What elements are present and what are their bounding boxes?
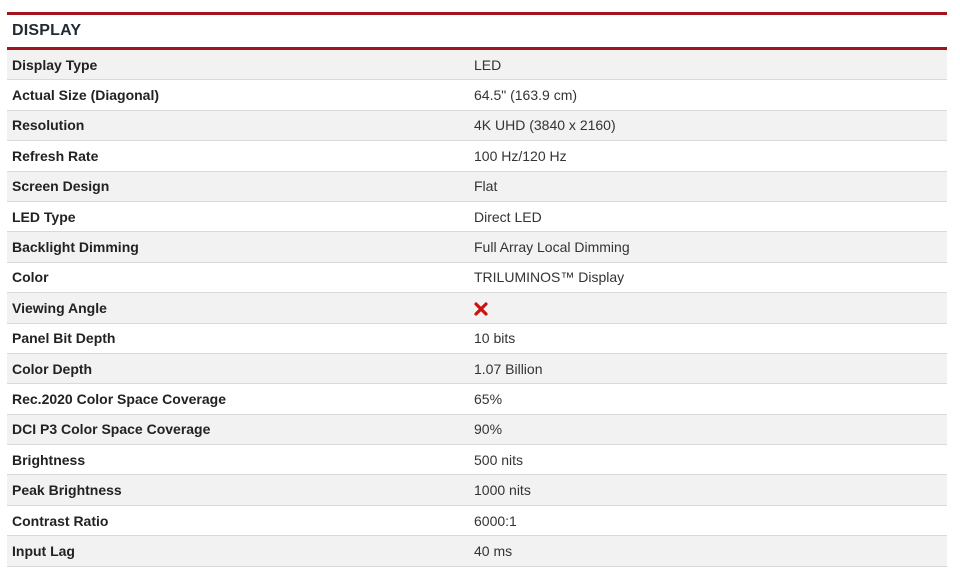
spec-value: Full Array Local Dimming — [474, 239, 630, 256]
spec-value: Flat — [474, 178, 498, 195]
spec-row-refresh-rate: Refresh Rate 100 Hz/120 Hz — [7, 141, 947, 172]
spec-row-peak-brightness: Peak Brightness 1000 nits — [7, 475, 947, 506]
spec-value: 64.5" (163.9 cm) — [474, 87, 578, 104]
spec-row-led-type: LED Type Direct LED — [7, 201, 947, 233]
spec-value: LED — [474, 56, 502, 73]
spec-value: 4K UHD (3840 x 2160) — [474, 117, 616, 134]
spec-value: 6000:1 — [474, 512, 517, 529]
cross-icon — [474, 302, 488, 316]
spec-value: 100 Hz/120 Hz — [474, 147, 567, 164]
spec-label: Actual Size (Diagonal) — [12, 87, 160, 104]
spec-label: Rec.2020 Color Space Coverage — [12, 390, 226, 407]
spec-label: Color Depth — [12, 360, 93, 377]
spec-value: 65% — [474, 390, 503, 407]
spec-value: 10 bits — [474, 330, 516, 347]
spec-row-viewing-angle: Viewing Angle — [7, 293, 947, 324]
spec-value: TRILUMINOS™ Display — [474, 269, 625, 286]
spec-value: 500 nits — [474, 451, 524, 468]
spec-row-backlight-dimming: Backlight Dimming Full Array Local Dimmi… — [7, 232, 947, 263]
spec-label: Color — [12, 269, 49, 286]
spec-label: Input Lag — [12, 542, 75, 559]
spec-row-color-depth: Color Depth 1.07 Billion — [7, 353, 947, 385]
spec-row-rec2020-coverage: Rec.2020 Color Space Coverage 65% — [7, 384, 947, 415]
spec-row-panel-bit-depth: Panel Bit Depth 10 bits — [7, 323, 947, 354]
spec-row-input-lag: Input Lag 40 ms — [7, 536, 947, 567]
spec-label: Display Type — [12, 56, 98, 73]
spec-value: 1.07 Billion — [474, 360, 543, 377]
spec-row-screen-design: Screen Design Flat — [7, 171, 947, 202]
spec-label: Viewing Angle — [12, 299, 107, 316]
spec-label: Resolution — [12, 117, 85, 134]
display-spec-section: DISPLAY Display Type LED Actual Size (Di… — [7, 12, 947, 567]
spec-value: 1000 nits — [474, 482, 531, 499]
spec-row-color: Color TRILUMINOS™ Display — [7, 262, 947, 294]
spec-table: Display Type LED Actual Size (Diagonal) … — [7, 50, 947, 567]
spec-label: Contrast Ratio — [12, 512, 109, 529]
spec-row-actual-size: Actual Size (Diagonal) 64.5" (163.9 cm) — [7, 80, 947, 111]
spec-value: 90% — [474, 421, 503, 438]
spec-label: Backlight Dimming — [12, 239, 139, 256]
spec-row-dci-p3-coverage: DCI P3 Color Space Coverage 90% — [7, 414, 947, 446]
spec-row-brightness: Brightness 500 nits — [7, 445, 947, 476]
spec-label: Peak Brightness — [12, 482, 122, 499]
spec-value: 40 ms — [474, 542, 513, 559]
spec-value — [474, 300, 947, 316]
spec-label: LED Type — [12, 208, 76, 225]
spec-row-contrast-ratio: Contrast Ratio 6000:1 — [7, 505, 947, 537]
section-title: DISPLAY — [12, 22, 82, 39]
spec-row-display-type: Display Type LED — [7, 50, 947, 81]
spec-label: Panel Bit Depth — [12, 330, 116, 347]
spec-value: Direct LED — [474, 208, 542, 225]
spec-label: Refresh Rate — [12, 147, 99, 164]
spec-label: DCI P3 Color Space Coverage — [12, 421, 211, 438]
spec-label: Brightness — [12, 451, 86, 468]
spec-label: Screen Design — [12, 178, 110, 195]
spec-row-resolution: Resolution 4K UHD (3840 x 2160) — [7, 110, 947, 142]
section-header: DISPLAY — [7, 12, 947, 50]
